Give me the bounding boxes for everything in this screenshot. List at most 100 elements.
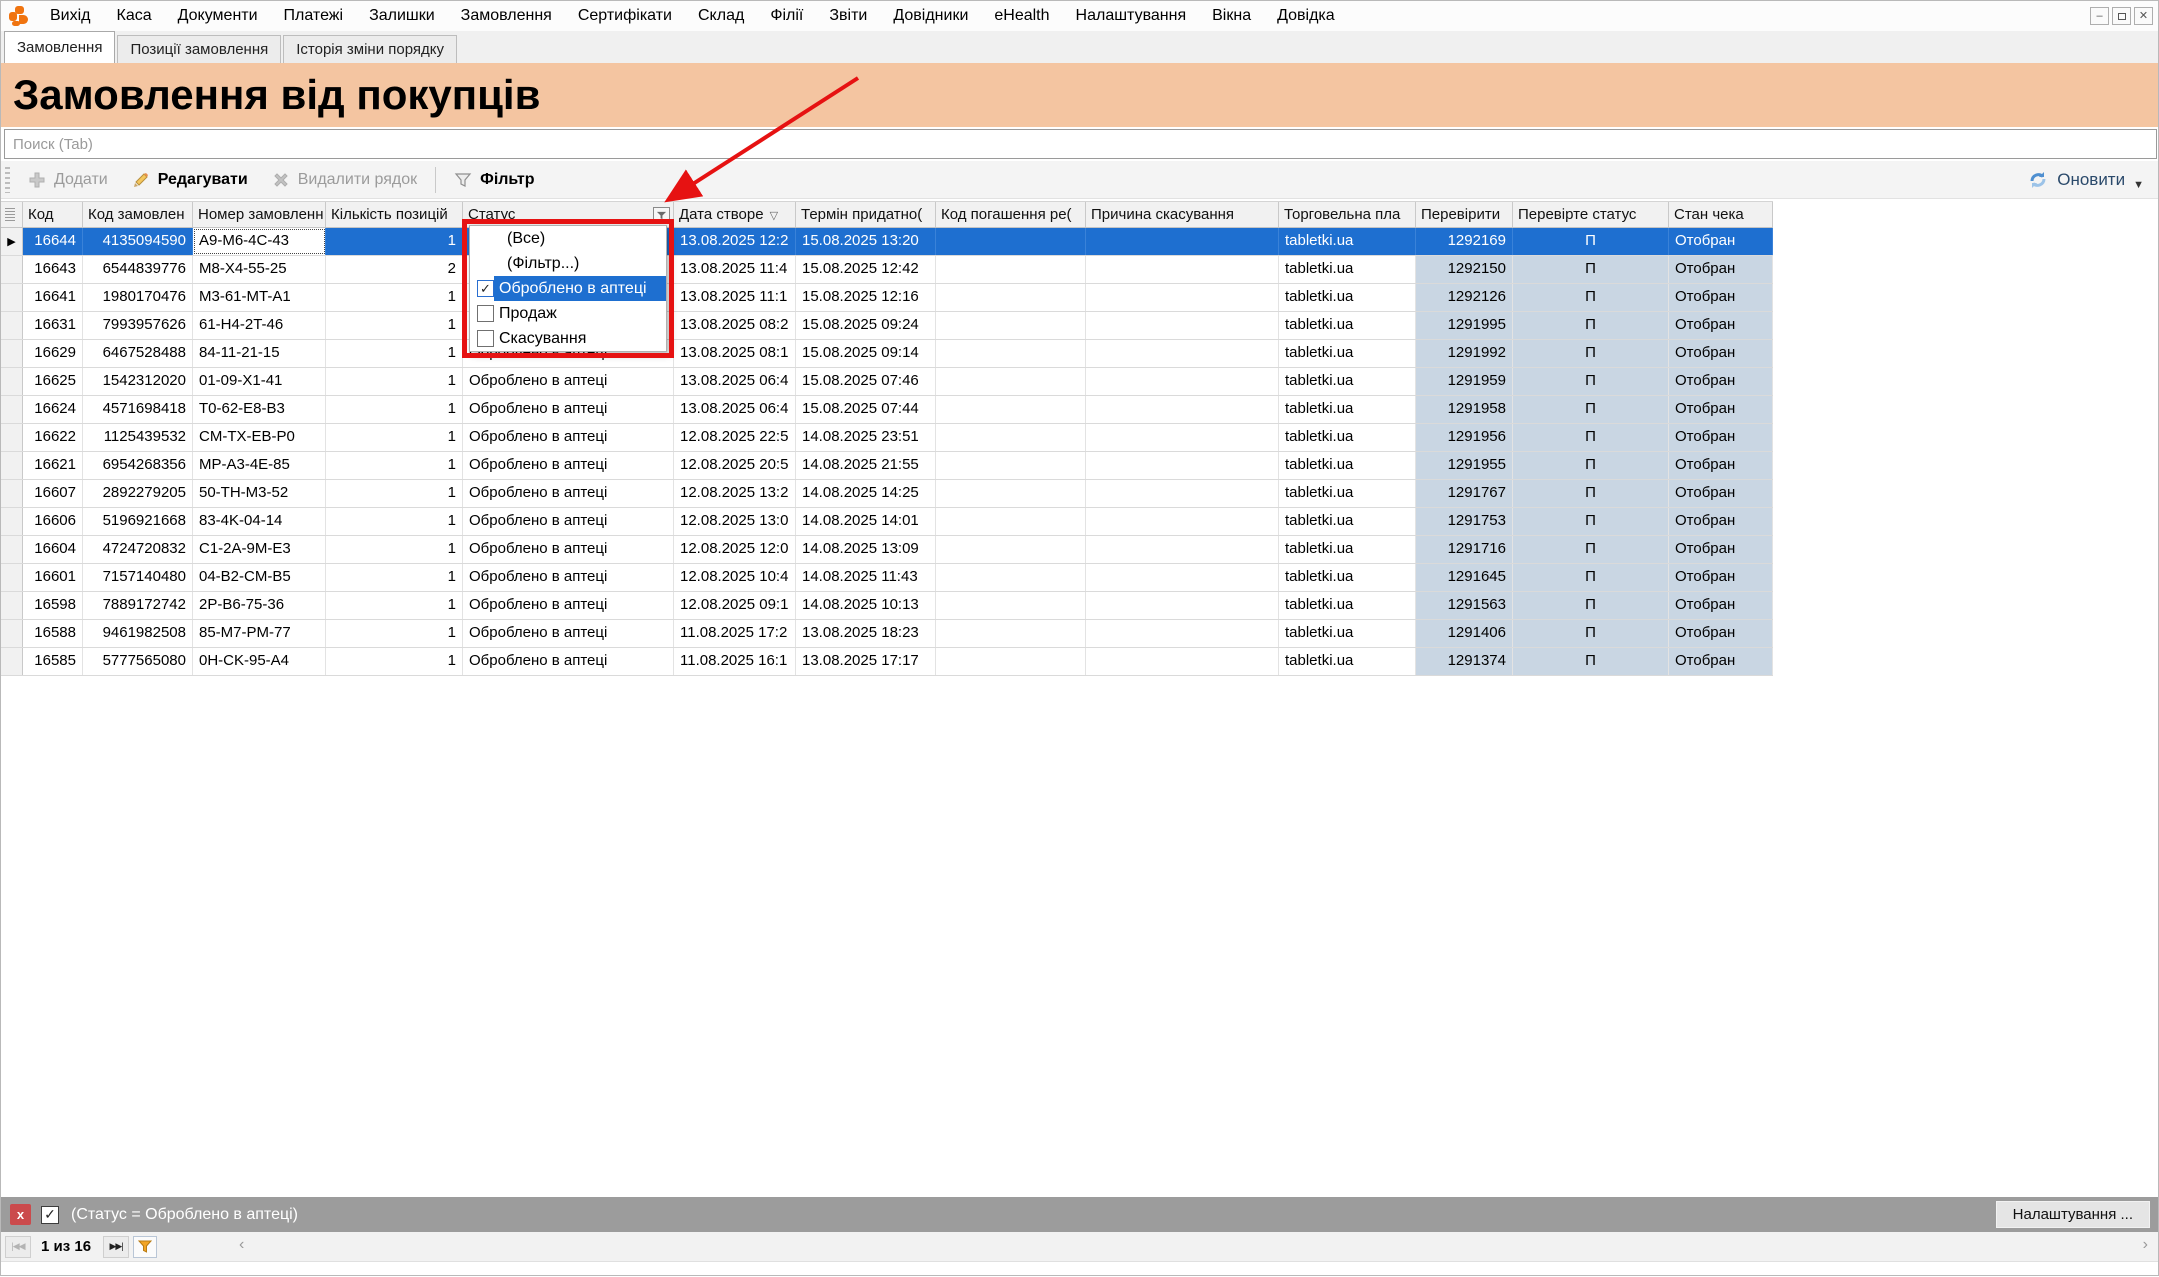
table-cell[interactable]: 1291563 <box>1416 592 1513 619</box>
table-cell[interactable]: 1125439532 <box>83 424 193 451</box>
table-cell[interactable]: 16644 <box>23 228 83 255</box>
table-cell[interactable] <box>936 396 1086 423</box>
table-cell[interactable]: 1 <box>326 228 463 255</box>
table-cell[interactable]: CM-TX-EB-P0 <box>193 424 326 451</box>
table-cell[interactable]: Отобран <box>1669 620 1773 647</box>
delete-row-button[interactable]: Видалити рядок <box>260 163 429 197</box>
table-cell[interactable] <box>1086 592 1279 619</box>
table-cell[interactable] <box>936 648 1086 675</box>
table-cell[interactable]: C1-2A-9M-E3 <box>193 536 326 563</box>
table-cell[interactable]: П <box>1513 620 1669 647</box>
table-cell[interactable]: 16607 <box>23 480 83 507</box>
table-cell[interactable] <box>936 228 1086 255</box>
table-cell[interactable]: 16585 <box>23 648 83 675</box>
menu-item[interactable]: Довідка <box>1264 1 1348 31</box>
table-cell[interactable]: 1 <box>326 312 463 339</box>
table-cell[interactable]: tabletki.ua <box>1279 620 1416 647</box>
filter-popup-item[interactable]: (Фільтр...) <box>470 251 666 276</box>
table-cell[interactable]: 1542312020 <box>83 368 193 395</box>
table-cell[interactable]: 84-11-21-15 <box>193 340 326 367</box>
table-row[interactable]: 16606519692166883-4K-04-141Оброблено в а… <box>1 508 1773 536</box>
tab[interactable]: Замовлення <box>4 31 115 63</box>
column-header[interactable]: Статус <box>463 202 674 227</box>
table-cell[interactable]: 16598 <box>23 592 83 619</box>
menu-item[interactable]: Довідники <box>880 1 981 31</box>
table-cell[interactable]: 1 <box>326 536 463 563</box>
table-cell[interactable]: П <box>1513 480 1669 507</box>
table-cell[interactable]: 1291753 <box>1416 508 1513 535</box>
menu-item[interactable]: Склад <box>685 1 757 31</box>
menu-item[interactable]: Замовлення <box>448 1 565 31</box>
table-cell[interactable]: Оброблено в аптеці <box>463 648 674 675</box>
filter-popup-item[interactable]: ✓Оброблено в аптеці <box>470 276 666 301</box>
remove-filter-button[interactable]: x <box>10 1204 31 1225</box>
table-cell[interactable]: 15.08.2025 12:42 <box>796 256 936 283</box>
table-cell[interactable]: 14.08.2025 14:01 <box>796 508 936 535</box>
table-cell[interactable]: 15.08.2025 09:24 <box>796 312 936 339</box>
table-cell[interactable]: M3-61-MT-A1 <box>193 284 326 311</box>
table-cell[interactable]: T0-62-E8-B3 <box>193 396 326 423</box>
menu-item[interactable]: Сертифікати <box>565 1 685 31</box>
minimize-button[interactable]: – <box>2090 7 2109 25</box>
table-cell[interactable]: 1 <box>326 452 463 479</box>
table-cell[interactable]: Отобран <box>1669 648 1773 675</box>
table-cell[interactable]: Отобран <box>1669 480 1773 507</box>
table-row[interactable]: 166436544839776M8-X4-55-252Оброблено в а… <box>1 256 1773 284</box>
table-cell[interactable] <box>1086 284 1279 311</box>
table-cell[interactable]: 12.08.2025 12:0 <box>674 536 796 563</box>
table-cell[interactable]: 1 <box>326 508 463 535</box>
table-cell[interactable]: 85-M7-PM-77 <box>193 620 326 647</box>
table-cell[interactable]: П <box>1513 648 1669 675</box>
table-cell[interactable]: 16631 <box>23 312 83 339</box>
table-cell[interactable] <box>936 452 1086 479</box>
table-cell[interactable]: 1291374 <box>1416 648 1513 675</box>
table-cell[interactable]: 16643 <box>23 256 83 283</box>
table-row[interactable]: 166216954268356MP-A3-4E-851Оброблено в а… <box>1 452 1773 480</box>
table-cell[interactable]: tabletki.ua <box>1279 228 1416 255</box>
column-header[interactable]: Перевірити <box>1416 202 1513 227</box>
table-row[interactable]: 16625154231202001-09-X1-411Оброблено в а… <box>1 368 1773 396</box>
table-cell[interactable]: 1291958 <box>1416 396 1513 423</box>
table-cell[interactable] <box>1086 452 1279 479</box>
table-cell[interactable]: Оброблено в аптеці <box>463 536 674 563</box>
table-cell[interactable]: 7889172742 <box>83 592 193 619</box>
table-cell[interactable]: tabletki.ua <box>1279 424 1416 451</box>
table-cell[interactable] <box>1086 508 1279 535</box>
table-cell[interactable]: A9-M6-4C-43 <box>193 228 326 255</box>
column-header[interactable]: Перевірте статус <box>1513 202 1669 227</box>
table-cell[interactable]: 1291716 <box>1416 536 1513 563</box>
table-cell[interactable]: tabletki.ua <box>1279 536 1416 563</box>
table-cell[interactable]: MP-A3-4E-85 <box>193 452 326 479</box>
table-cell[interactable]: Отобран <box>1669 536 1773 563</box>
table-cell[interactable]: 13.08.2025 08:1 <box>674 340 796 367</box>
table-row[interactable]: 16607289227920550-TH-M3-521Оброблено в а… <box>1 480 1773 508</box>
filter-settings-button[interactable]: Налаштування ... <box>1996 1201 2150 1228</box>
table-cell[interactable]: 4571698418 <box>83 396 193 423</box>
table-cell[interactable]: 6467528488 <box>83 340 193 367</box>
close-button[interactable]: ✕ <box>2134 7 2153 25</box>
table-cell[interactable]: Оброблено в аптеці <box>463 480 674 507</box>
table-cell[interactable]: 12.08.2025 13:0 <box>674 508 796 535</box>
table-cell[interactable] <box>1086 564 1279 591</box>
table-cell[interactable]: 12.08.2025 20:5 <box>674 452 796 479</box>
table-cell[interactable]: 1292150 <box>1416 256 1513 283</box>
refresh-button[interactable]: Оновити ▼ <box>2027 169 2158 191</box>
table-cell[interactable]: 1292169 <box>1416 228 1513 255</box>
table-cell[interactable]: 13.08.2025 06:4 <box>674 396 796 423</box>
table-cell[interactable]: П <box>1513 340 1669 367</box>
table-cell[interactable]: 14.08.2025 23:51 <box>796 424 936 451</box>
menu-item[interactable]: eHealth <box>981 1 1062 31</box>
refresh-dropdown-caret[interactable]: ▼ <box>2133 179 2144 191</box>
table-cell[interactable]: Оброблено в аптеці <box>463 564 674 591</box>
table-cell[interactable]: 1291406 <box>1416 620 1513 647</box>
column-header[interactable]: Код <box>23 202 83 227</box>
table-cell[interactable]: 15.08.2025 07:44 <box>796 396 936 423</box>
table-cell[interactable]: 16624 <box>23 396 83 423</box>
table-cell[interactable]: П <box>1513 228 1669 255</box>
table-row[interactable]: 16588946198250885-M7-PM-771Оброблено в а… <box>1 620 1773 648</box>
column-header[interactable]: Код погашення ре( <box>936 202 1086 227</box>
filter-item-checkbox[interactable] <box>477 305 494 322</box>
restore-button[interactable] <box>2112 7 2131 25</box>
table-row[interactable]: ▶166444135094590A9-M6-4C-431Оброблено в … <box>1 228 1773 256</box>
table-cell[interactable]: tabletki.ua <box>1279 396 1416 423</box>
